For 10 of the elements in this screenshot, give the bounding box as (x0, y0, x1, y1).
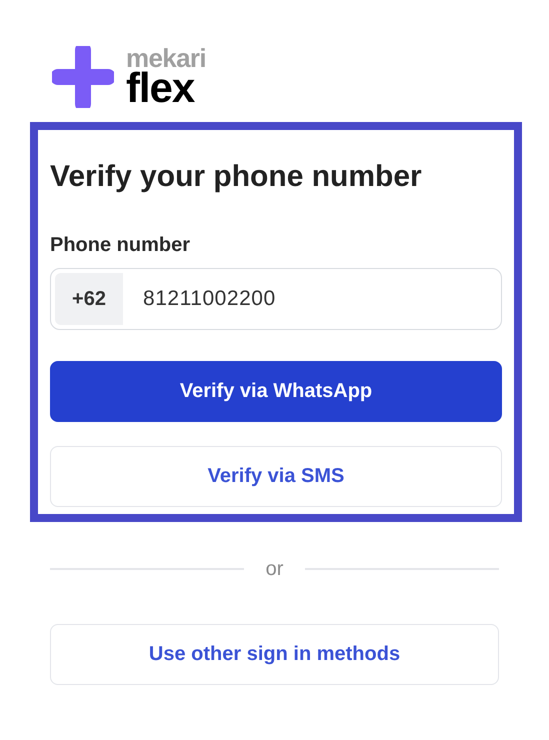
phone-field[interactable]: +62 81211002200 (50, 268, 502, 330)
outline-button[interactable]: Use other sign in methods (50, 624, 499, 684)
plus-logo-icon (52, 46, 114, 108)
outline-button[interactable]: Verify via SMS (50, 446, 502, 506)
country-code-prefix: +62 (55, 272, 123, 324)
panel-title: Verify your phone number (50, 159, 423, 195)
verify-whatsapp-button[interactable]: Verify via WhatsApp (50, 360, 502, 422)
phone-value: 81211002200 (143, 286, 276, 312)
phone-label: Phone number (50, 232, 192, 258)
or-divider-text: or (266, 556, 284, 582)
